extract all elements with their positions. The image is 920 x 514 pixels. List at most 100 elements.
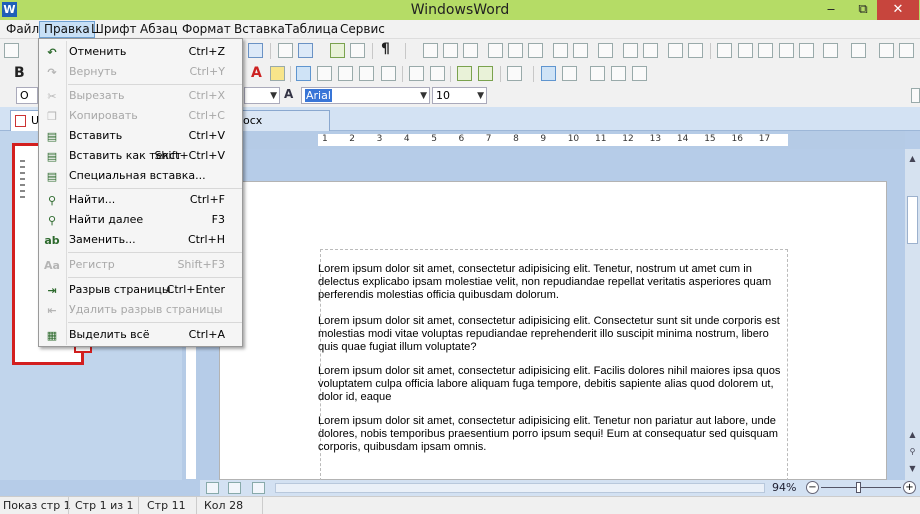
scroll-down-icon[interactable]: ▼ xyxy=(906,463,919,474)
status-divider xyxy=(138,497,139,514)
zoom-slider-handle[interactable] xyxy=(855,482,861,493)
footer-icon[interactable] xyxy=(611,66,626,81)
bold-icon[interactable]: B xyxy=(14,65,25,81)
align-object-middle-icon[interactable] xyxy=(508,43,523,58)
menu-item[interactable]: ab Заменить... Ctrl+H xyxy=(41,231,241,250)
normal-view-icon[interactable] xyxy=(206,482,219,494)
thumb-line xyxy=(20,190,25,192)
border-icon[interactable] xyxy=(779,43,794,58)
highlight-icon[interactable] xyxy=(270,66,285,81)
paragraph-settings-icon[interactable] xyxy=(507,66,522,81)
page-view-icon[interactable] xyxy=(252,482,265,494)
menu-tools[interactable]: Сервис xyxy=(336,21,389,38)
menu-file[interactable]: Файл xyxy=(2,21,43,38)
paragraph[interactable]: Lorem ipsum dolor sit amet, consectetur … xyxy=(318,263,790,302)
menu-table[interactable]: Таблица xyxy=(281,21,342,38)
distribute-icon[interactable] xyxy=(553,43,568,58)
header-icon[interactable] xyxy=(590,66,605,81)
scroll-up-icon[interactable]: ▲ xyxy=(906,153,919,164)
redo-toolbar-icon[interactable] xyxy=(248,43,263,58)
menu-item[interactable]: ▤ Вставить как текст Shift+Ctrl+V xyxy=(41,147,241,166)
scroll-up-icon[interactable]: ▲ xyxy=(906,429,919,440)
tab-document-1[interactable]: U xyxy=(10,110,40,131)
paragraph[interactable]: Lorem ipsum dolor sit amet, consectetur … xyxy=(318,315,790,354)
increase-indent-icon[interactable] xyxy=(457,66,472,81)
web-view-icon[interactable] xyxy=(228,482,241,494)
justify-icon[interactable] xyxy=(359,66,374,81)
scroll-thumb[interactable] xyxy=(907,196,918,244)
ruler-number: 13 xyxy=(649,134,662,144)
menu-item[interactable]: ▤ Вставить Ctrl+V xyxy=(41,127,241,146)
zoom-out-button[interactable]: − xyxy=(806,481,819,494)
pilcrow-icon[interactable]: ¶ xyxy=(381,41,390,57)
paragraph[interactable]: Lorem ipsum dolor sit amet, consectetur … xyxy=(318,415,790,454)
bullet-list-icon[interactable] xyxy=(409,66,424,81)
border-icon[interactable] xyxy=(823,43,838,58)
find-icon[interactable]: ⚲ xyxy=(906,446,919,457)
font-size-select[interactable]: 10 ▼ xyxy=(432,87,487,104)
page-layout-icon[interactable] xyxy=(541,66,556,81)
document-page[interactable]: Lorem ipsum dolor sit amet, consectetur … xyxy=(219,181,887,481)
border-icon[interactable] xyxy=(738,43,753,58)
decrease-indent-icon[interactable] xyxy=(478,66,493,81)
align-right-icon[interactable] xyxy=(338,66,353,81)
group-icon[interactable] xyxy=(668,43,683,58)
vertical-scrollbar[interactable]: ▲ ▲ ⚲ ▼ xyxy=(905,149,920,480)
menu-item[interactable]: ⇥ Разрыв страницы Ctrl+Enter xyxy=(41,281,241,300)
align-object-right-icon[interactable] xyxy=(463,43,478,58)
menu-font[interactable]: Шрифт xyxy=(87,21,141,38)
size-width-icon[interactable] xyxy=(598,43,613,58)
minimize-button[interactable]: ‒ xyxy=(817,0,845,20)
table-icon[interactable] xyxy=(298,43,313,58)
align-object-center-icon[interactable] xyxy=(443,43,458,58)
border-icon[interactable] xyxy=(899,43,914,58)
ruler-number: 10 xyxy=(567,134,580,144)
border-icon[interactable] xyxy=(717,43,732,58)
image-icon[interactable] xyxy=(278,43,293,58)
menu-separator xyxy=(68,322,242,323)
font-family-select[interactable]: Arial ▼ xyxy=(301,87,430,104)
style-select-dropdown[interactable]: ▼ xyxy=(244,87,280,104)
menu-item-label: Разрыв страницы xyxy=(69,283,171,296)
zoom-slider[interactable] xyxy=(821,487,901,488)
horizontal-ruler[interactable]: 1 2 3 4 5 6 7 8 9 10 11 12 13 14 15 16 17 xyxy=(182,131,905,149)
numbered-list-icon[interactable] xyxy=(430,66,445,81)
border-icon[interactable] xyxy=(799,43,814,58)
menu-item[interactable]: ↶ Отменить Ctrl+Z xyxy=(41,43,241,62)
globe-icon[interactable] xyxy=(330,43,345,58)
border-icon[interactable] xyxy=(879,43,894,58)
menu-format[interactable]: Формат xyxy=(178,21,235,38)
zoom-in-button[interactable]: + xyxy=(903,481,916,494)
menu-item[interactable]: ⚲ Найти... Ctrl+F xyxy=(41,191,241,210)
web-layout-icon[interactable] xyxy=(562,66,577,81)
style-select[interactable]: О xyxy=(16,87,38,104)
tab-document-2[interactable]: осх xyxy=(240,110,330,131)
size-height-icon[interactable] xyxy=(623,43,638,58)
thumb-line xyxy=(20,184,25,186)
link-icon[interactable] xyxy=(350,43,365,58)
align-left-icon[interactable] xyxy=(296,66,311,81)
ungroup-icon[interactable] xyxy=(688,43,703,58)
menu-item[interactable]: ⚲ Найти далее F3 xyxy=(41,211,241,230)
maximize-button[interactable]: ⧉ xyxy=(849,0,877,20)
line-spacing-icon[interactable] xyxy=(381,66,396,81)
menu-item[interactable]: ▤ Специальная вставка... xyxy=(41,167,241,186)
distribute-vertical-icon[interactable] xyxy=(573,43,588,58)
close-button[interactable]: ✕ xyxy=(877,0,919,20)
page-setup-icon[interactable] xyxy=(632,66,647,81)
align-object-bottom-icon[interactable] xyxy=(528,43,543,58)
ruler-number: 7 xyxy=(485,134,492,144)
horizontal-scrollbar[interactable] xyxy=(275,483,765,493)
align-object-left-icon[interactable] xyxy=(423,43,438,58)
border-icon[interactable] xyxy=(758,43,773,58)
toolbar-overflow-icon[interactable] xyxy=(911,88,920,103)
new-document-icon[interactable] xyxy=(4,43,19,58)
paragraph[interactable]: Lorem ipsum dolor sit amet, consectetur … xyxy=(318,365,790,404)
border-icon[interactable] xyxy=(851,43,866,58)
menu-paragraph[interactable]: Абзац xyxy=(136,21,182,38)
align-center-icon[interactable] xyxy=(317,66,332,81)
size-both-icon[interactable] xyxy=(643,43,658,58)
font-color-icon[interactable]: A xyxy=(251,65,262,81)
menu-item[interactable]: ▦ Выделить всё Ctrl+A xyxy=(41,326,241,345)
align-object-top-icon[interactable] xyxy=(488,43,503,58)
